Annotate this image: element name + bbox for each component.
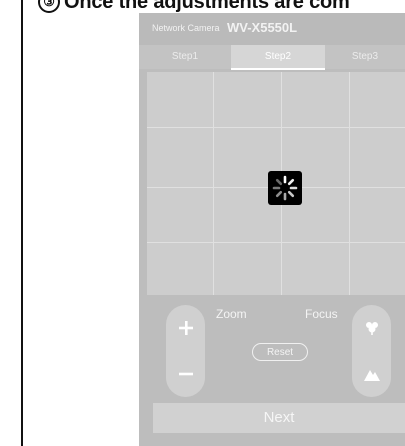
zoom-focus-controls: Zoom Focus Reset xyxy=(139,295,405,415)
title-bar: Network Camera WV-X5550L xyxy=(139,13,405,45)
zoom-control xyxy=(166,305,205,397)
focus-far-button[interactable] xyxy=(352,351,391,397)
focus-control xyxy=(352,305,391,397)
zoom-label: Zoom xyxy=(216,307,247,321)
instruction-step-text: ③ Once the adjustments are com xyxy=(38,0,350,14)
camera-model: WV-X5550L xyxy=(227,20,298,35)
grid-line xyxy=(147,127,405,128)
zoom-in-button[interactable] xyxy=(166,305,205,351)
step-tabs: Step1 Step2 Step3 xyxy=(139,45,405,70)
tab-step1[interactable]: Step1 xyxy=(139,45,231,69)
plus-icon xyxy=(178,321,193,335)
reset-button[interactable]: Reset xyxy=(252,343,308,361)
tab-step2[interactable]: Step2 xyxy=(231,45,325,70)
loading-spinner-icon xyxy=(268,171,302,205)
title-prefix: Network Camera xyxy=(152,23,220,33)
next-button[interactable]: Next xyxy=(153,403,405,433)
flower-icon xyxy=(365,322,378,335)
mountain-icon xyxy=(363,370,380,381)
step-number: ③ xyxy=(38,0,60,13)
page-frame-left-border xyxy=(21,0,23,446)
grid-line xyxy=(147,242,405,243)
focus-near-button[interactable] xyxy=(352,305,391,351)
minus-icon xyxy=(178,372,193,376)
zoom-out-button[interactable] xyxy=(166,351,205,397)
tab-step3[interactable]: Step3 xyxy=(325,45,405,69)
grid-line xyxy=(349,72,350,295)
camera-setup-panel: Network Camera WV-X5550L Step1 Step2 Ste… xyxy=(139,13,405,446)
camera-preview xyxy=(147,72,405,295)
instruction-text: Once the adjustments are com xyxy=(64,0,350,13)
grid-line xyxy=(213,72,214,295)
focus-label: Focus xyxy=(305,307,338,321)
